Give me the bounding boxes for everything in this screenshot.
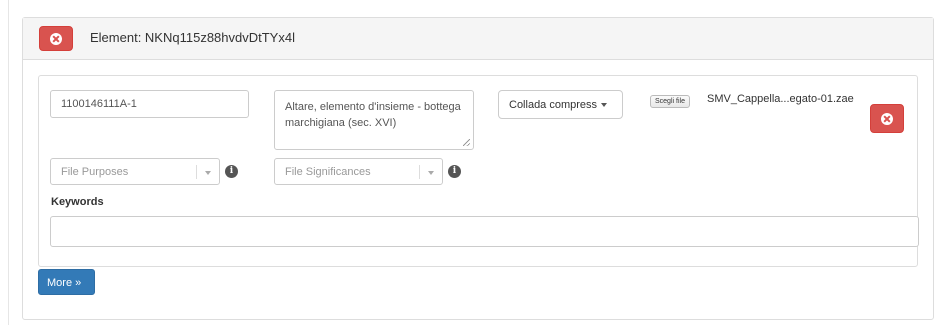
element-title: Element: NKNq115z88hvdvDtTYx4l [90,30,295,45]
keywords-label: Keywords [51,196,104,208]
info-icon[interactable]: i [448,165,461,178]
element-panel: Element: NKNq115z88hvdvDtTYx4l 110014611… [22,17,934,320]
choose-file-button[interactable]: Scegli file [650,95,690,108]
description-text: Altare, elemento d'insieme - bottega mar… [285,101,461,129]
close-icon [50,32,62,45]
close-icon [881,112,893,125]
file-purposes-select[interactable]: File Purposes [50,158,220,185]
caret-down-icon [601,103,608,108]
description-textarea[interactable]: Altare, elemento d'insieme - bottega mar… [274,90,474,150]
remove-element-button[interactable] [39,26,73,51]
more-button[interactable]: More » [38,269,95,295]
remove-file-button[interactable] [870,104,904,133]
select-separator [196,165,197,179]
select-separator [419,165,420,179]
format-dropdown-label: Collada compress [509,99,598,111]
file-significances-placeholder: File Significances [285,166,371,178]
selected-file-name: SMV_Cappella...egato-01.zae [707,93,854,105]
chevron-down-icon [205,171,211,175]
file-purposes-placeholder: File Purposes [61,166,129,178]
page-left-rule [8,0,9,325]
resize-handle[interactable] [463,139,470,146]
info-icon[interactable]: i [225,165,238,178]
file-form: 1100146111A-1 Altare, elemento d'insieme… [38,75,919,267]
id-input[interactable]: 1100146111A-1 [50,90,249,118]
file-significances-select[interactable]: File Significances [274,158,443,185]
chevron-down-icon [428,171,434,175]
element-panel-header: Element: NKNq115z88hvdvDtTYx4l [23,18,933,60]
keywords-input[interactable] [50,216,919,247]
format-dropdown-button[interactable]: Collada compress [498,90,623,119]
